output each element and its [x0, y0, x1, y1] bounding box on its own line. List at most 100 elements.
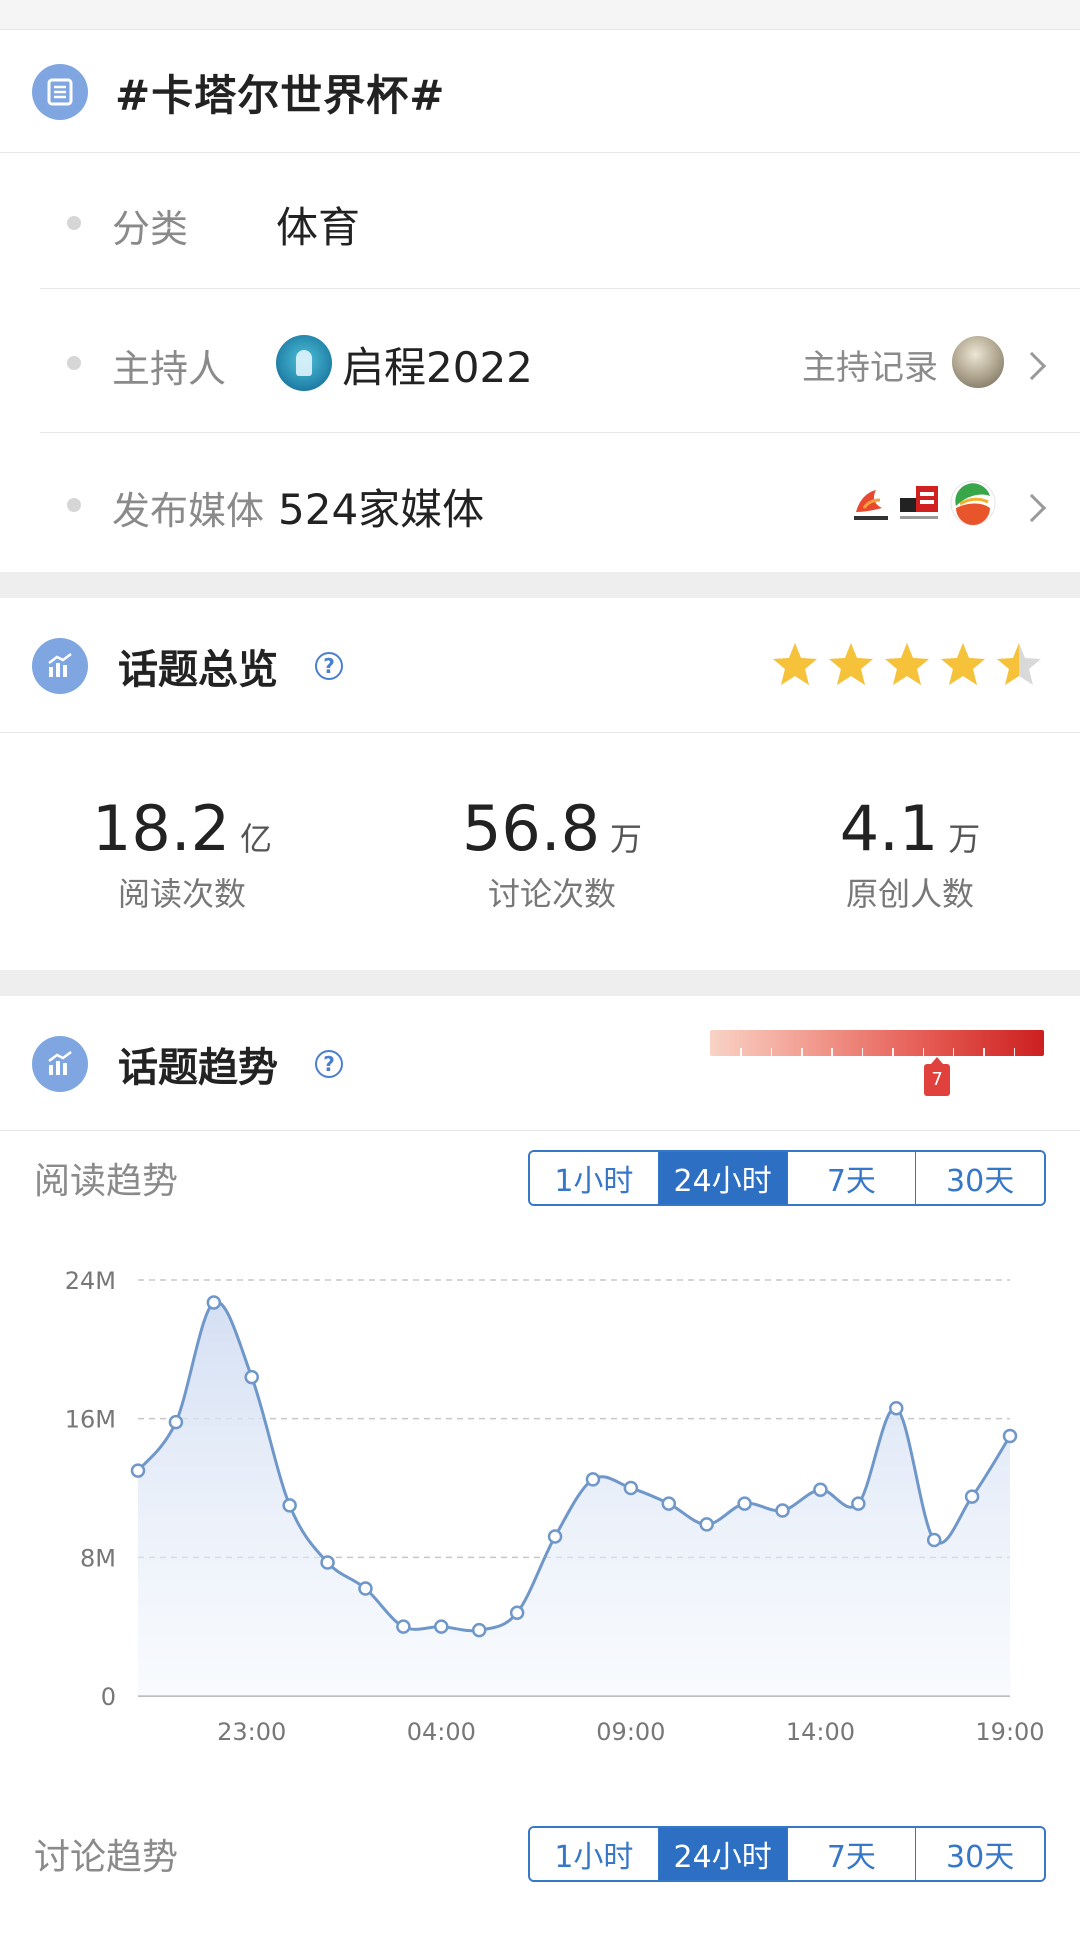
stat-discuss: 56.8 万 讨论次数 — [412, 792, 692, 915]
y-tick-label: 16M — [65, 1406, 116, 1434]
data-point — [661, 1496, 677, 1511]
overview-title: 话题总览 — [118, 647, 278, 693]
status-strip — [0, 0, 1080, 30]
data-point — [320, 1555, 335, 1570]
data-point — [358, 1581, 373, 1596]
y-tick-label: 8M — [80, 1544, 116, 1572]
stat-label: 讨论次数 — [487, 875, 616, 913]
heat-tick — [740, 1048, 742, 1056]
section-gap — [0, 572, 1080, 598]
bullet-dot — [67, 356, 81, 370]
stat-label: 原创人数 — [845, 875, 974, 913]
discuss-trend-label: 讨论趋势 — [34, 1837, 179, 1878]
star-full-icon — [826, 640, 876, 690]
media-label: 发布媒体 — [112, 489, 265, 533]
y-tick-label: 0 — [101, 1683, 116, 1711]
data-point — [851, 1496, 866, 1511]
range-tab[interactable]: 24小时 — [657, 1828, 787, 1880]
topic-title: #卡塔尔世界杯# — [115, 70, 446, 120]
x-tick-label: 09:00 — [596, 1718, 665, 1746]
data-point — [585, 1472, 601, 1487]
media-row[interactable]: 发布媒体 524家媒体 — [0, 440, 1080, 570]
heat-tick — [861, 1048, 864, 1056]
bar-chart-icon — [32, 638, 88, 694]
media-logo-tv-icon — [950, 480, 996, 526]
divider — [40, 288, 1080, 289]
heat-tick — [831, 1048, 833, 1056]
data-point — [434, 1619, 449, 1634]
host-label: 主持人 — [112, 347, 227, 391]
stat-unit: 万 — [610, 820, 643, 858]
heat-tick — [801, 1048, 803, 1056]
x-tick-label: 19:00 — [975, 1718, 1044, 1746]
media-value[interactable]: 524家媒体 — [278, 476, 484, 537]
heat-tick — [952, 1048, 955, 1056]
range-tab[interactable]: 7天 — [786, 1828, 916, 1880]
host-record-link[interactable]: 主持记录 — [802, 340, 938, 389]
series-area — [138, 1301, 1010, 1696]
star-half-icon — [994, 640, 1044, 690]
heat-level-marker: 7 — [924, 1057, 951, 1096]
x-tick-label: 04:00 — [407, 1718, 476, 1746]
range-tab[interactable]: 30天 — [915, 1828, 1044, 1880]
bullet-dot — [67, 498, 81, 512]
host-row[interactable]: 主持人 启程2022 主持记录 — [0, 298, 1080, 428]
star-full-icon — [882, 640, 932, 690]
discuss-range-selector: 1小时 24小时 7天 30天 — [528, 1826, 1046, 1882]
bullet-dot — [67, 216, 81, 230]
x-tick-label: 23:00 — [217, 1718, 286, 1746]
range-tab[interactable]: 7天 — [786, 1152, 916, 1204]
range-tab[interactable]: 1小时 — [530, 1828, 658, 1880]
section-gap — [0, 970, 1080, 996]
media-logo-sports-icon — [854, 490, 888, 520]
bar-chart-icon — [32, 1036, 88, 1092]
host-avatar[interactable] — [950, 334, 1006, 390]
help-icon[interactable]: ? — [315, 652, 343, 680]
data-point — [1002, 1428, 1018, 1444]
data-point — [926, 1532, 942, 1548]
star-full-icon — [770, 640, 820, 690]
stat-unit: 万 — [948, 820, 981, 858]
data-point — [623, 1480, 639, 1496]
range-tab[interactable]: 24小时 — [657, 1152, 787, 1204]
chevron-right-icon[interactable] — [1017, 493, 1047, 523]
data-point — [699, 1517, 714, 1532]
divider — [0, 152, 1080, 153]
help-icon[interactable]: ? — [315, 1050, 343, 1078]
data-point — [206, 1295, 222, 1310]
heat-tick — [1013, 1048, 1016, 1056]
chevron-right-icon[interactable] — [1017, 351, 1047, 381]
stat-value: 56.8 — [461, 792, 601, 865]
stat-label: 阅读次数 — [117, 875, 246, 913]
heat-tick — [922, 1048, 925, 1056]
heat-tick — [983, 1048, 985, 1056]
heat-gradient-bar — [710, 1030, 1044, 1056]
data-point — [737, 1496, 752, 1511]
data-point — [244, 1369, 259, 1385]
divider — [40, 432, 1080, 433]
data-point — [396, 1619, 411, 1634]
heat-scale: 7 — [710, 1030, 1044, 1100]
data-point — [168, 1414, 184, 1430]
topic-header: #卡塔尔世界杯# — [0, 32, 1080, 152]
read-trend-label: 阅读趋势 — [34, 1161, 179, 1202]
range-tab[interactable]: 30天 — [915, 1152, 1044, 1204]
read-trend-chart: 0 8M 16M 24M 23:00 04:00 09:00 14:00 19:00 — [65, 1267, 1045, 1746]
stat-unit: 亿 — [240, 820, 273, 858]
stat-original: 4.1 万 原创人数 — [770, 792, 1050, 915]
category-label: 分类 — [112, 207, 189, 251]
data-point — [889, 1401, 904, 1416]
worldcup-logo-icon — [276, 335, 332, 391]
star-full-icon — [938, 640, 988, 690]
rating-stars — [770, 640, 1044, 690]
data-point — [282, 1498, 297, 1513]
list-document-icon — [32, 64, 88, 120]
category-row: 分类 体育 — [0, 158, 1080, 288]
range-tab[interactable]: 1小时 — [530, 1152, 658, 1204]
host-name[interactable]: 启程2022 — [342, 334, 533, 395]
data-point — [813, 1482, 828, 1497]
x-tick-label: 14:00 — [786, 1718, 855, 1746]
stat-read: 18.2 亿 阅读次数 — [42, 792, 322, 915]
y-tick-label: 24M — [65, 1267, 116, 1295]
data-point — [775, 1503, 790, 1518]
